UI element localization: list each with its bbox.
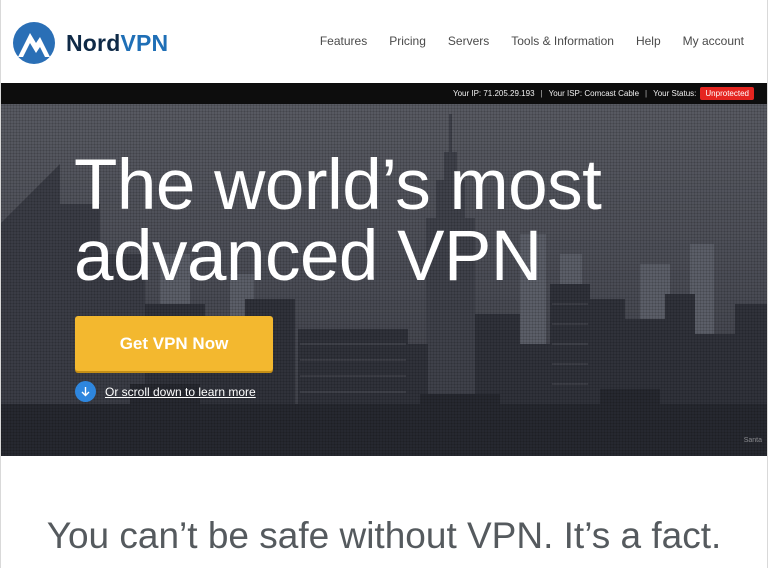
separator: | [645, 89, 648, 98]
headline-line-2: advanced VPN [74, 217, 542, 296]
cta-label: Get VPN Now [119, 333, 229, 353]
main-nav: Features Pricing Servers Tools & Informa… [298, 34, 744, 48]
nav-my-account[interactable]: My account [683, 34, 744, 48]
hero-headline: The world’s most advanced VPN [74, 146, 602, 296]
connection-status-bar: Your IP: 71.205.29.193 | Your ISP: Comca… [0, 83, 768, 104]
image-credit: Santa [743, 437, 762, 444]
nav-servers[interactable]: Servers [448, 34, 489, 48]
arrow-down-circle-icon [75, 381, 96, 402]
separator: | [540, 89, 543, 98]
brand-name: NordVPN [66, 29, 169, 56]
hero-section: The world’s most advanced VPN Get VPN No… [0, 104, 768, 456]
nav-features[interactable]: Features [320, 34, 367, 48]
status-badge: Unprotected [700, 87, 754, 100]
mountain-logo-icon [12, 21, 56, 65]
nav-pricing[interactable]: Pricing [389, 34, 426, 48]
headline-line-1: The world’s most [74, 146, 602, 225]
nav-help[interactable]: Help [636, 34, 661, 48]
site-header: NordVPN Features Pricing Servers Tools &… [0, 0, 768, 83]
nav-tools-information[interactable]: Tools & Information [511, 34, 614, 48]
scroll-down-label: Or scroll down to learn more [105, 384, 256, 399]
ip-address: Your IP: 71.205.29.193 [452, 89, 535, 98]
section-tagline: You can’t be safe without VPN. It’s a fa… [46, 515, 722, 556]
isp-name: Your ISP: Comcast Cable [548, 89, 640, 98]
get-vpn-now-button[interactable]: Get VPN Now [75, 316, 273, 371]
status-label: Your Status: [653, 89, 697, 98]
scroll-down-link[interactable]: Or scroll down to learn more [75, 381, 256, 402]
brand-logo[interactable]: NordVPN [12, 21, 168, 65]
